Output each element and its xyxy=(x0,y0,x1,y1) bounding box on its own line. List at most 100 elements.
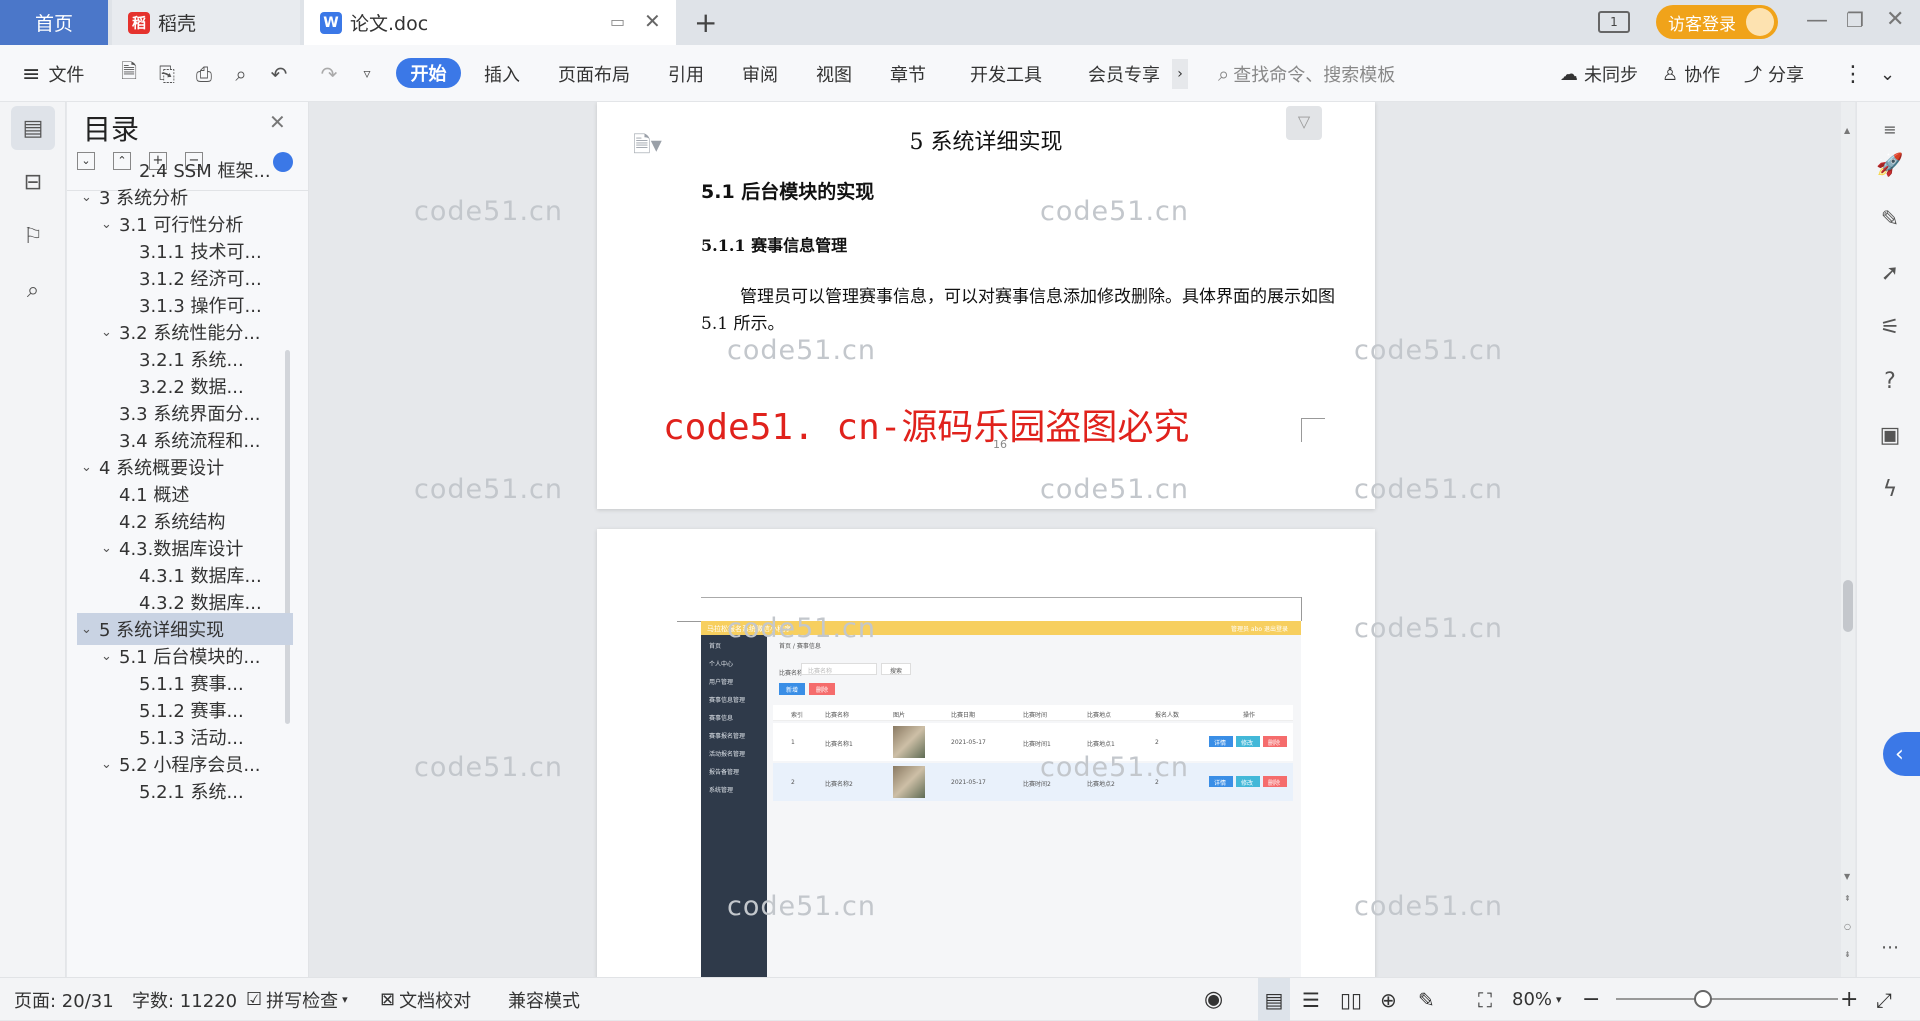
chevron-down-icon[interactable]: ⌄ xyxy=(81,460,99,475)
vertical-scrollbar[interactable]: ▲ ▼ ⇞ ○ ⇟ xyxy=(1841,102,1855,977)
filter-icon[interactable]: ▽ xyxy=(1286,106,1322,140)
bookmark-icon[interactable]: ⚐ xyxy=(11,214,55,258)
tab-insert[interactable]: 插入 xyxy=(484,57,520,91)
zoom-out-icon[interactable]: − xyxy=(1582,978,1600,1021)
visitor-login-button[interactable]: 访客登录 xyxy=(1656,5,1778,39)
mock-action-button: 修改 xyxy=(1236,736,1260,747)
minimize-icon[interactable]: — xyxy=(1806,8,1828,33)
scroll-up-icon[interactable]: ▲ xyxy=(1844,126,1850,135)
cursor-icon[interactable]: ➚ xyxy=(1875,258,1905,288)
zoom-level-label: 80% xyxy=(1512,989,1553,1010)
rocket-icon[interactable]: 🚀 xyxy=(1875,150,1905,180)
more-tabs-icon[interactable]: › xyxy=(1172,59,1188,89)
undo-icon[interactable]: ↶ xyxy=(266,61,292,87)
web-view-icon[interactable]: ⊕ xyxy=(1380,978,1397,1021)
tab-home[interactable]: 首页 xyxy=(0,0,108,45)
toc-close-icon[interactable]: ✕ xyxy=(269,110,286,134)
image-tool-icon[interactable]: ▣ xyxy=(1875,420,1905,450)
zoom-slider-handle[interactable] xyxy=(1694,990,1712,1008)
chevron-down-icon[interactable]: ⌄ xyxy=(101,541,119,556)
write-view-icon[interactable]: ✎ xyxy=(1418,978,1435,1021)
mock-table-cell: 1 xyxy=(791,739,795,746)
chevron-down-icon: ▾ xyxy=(1556,993,1562,1006)
help-icon[interactable]: ? xyxy=(1875,366,1905,396)
page-view-icon[interactable]: ▤ xyxy=(1258,978,1290,1021)
toc-item-label: 3.2.1 系统... xyxy=(139,350,244,371)
print-preview-icon[interactable]: ⌕ xyxy=(228,61,254,87)
select-browse-icon[interactable]: ○ xyxy=(1844,922,1851,931)
reading-view-icon[interactable]: ▯▯ xyxy=(1340,978,1362,1021)
chevron-down-icon[interactable]: ⌄ xyxy=(81,190,99,205)
word-count[interactable]: 字数: 11220 xyxy=(132,978,237,1021)
chevron-down-icon[interactable]: ⌄ xyxy=(81,622,99,637)
tab-daoke[interactable]: 稻 稻壳 xyxy=(112,0,300,45)
redo-icon[interactable]: ↷ xyxy=(316,61,342,87)
zoom-in-icon[interactable]: + xyxy=(1840,978,1858,1021)
tab-start[interactable]: 开始 xyxy=(396,58,461,88)
chevron-down-icon[interactable]: ⌄ xyxy=(101,757,119,772)
page-indicator[interactable]: 页面: 20/31 xyxy=(14,978,114,1021)
zoom-level[interactable]: 80% ▾ xyxy=(1512,978,1562,1021)
spell-check[interactable]: ☑ 拼写检查 ▾ xyxy=(246,978,348,1021)
prev-page-icon[interactable]: ⇞ xyxy=(1844,894,1851,903)
mock-table-cell: 比赛地点1 xyxy=(1087,741,1115,748)
tab-chapter[interactable]: 章节 xyxy=(890,57,926,91)
print-icon[interactable]: ⎙ xyxy=(191,61,217,87)
file-menu[interactable]: ≡ 文件 xyxy=(22,57,84,91)
tab-view[interactable]: 视图 xyxy=(816,57,852,91)
tab-review[interactable]: 审阅 xyxy=(742,57,778,91)
rail-menu-icon[interactable]: ≡ xyxy=(1875,114,1905,144)
daoke-logo-icon: 稻 xyxy=(128,11,150,34)
fullscreen-icon[interactable]: ⤢ xyxy=(1876,978,1892,1021)
quick-access-dropdown-icon[interactable]: ▿ xyxy=(354,61,380,87)
tab-vip[interactable]: 会员专享 xyxy=(1088,57,1160,91)
mock-menu-item: 首页 xyxy=(709,643,722,650)
command-search[interactable]: ⌕ 查找命令、搜索模板 xyxy=(1218,57,1395,91)
toc-item[interactable]: 5.2.1 系统... xyxy=(77,775,293,807)
save-icon[interactable]: 🗎 xyxy=(116,59,142,87)
more-options-icon[interactable]: ⋮ xyxy=(1842,57,1864,91)
window-count-icon[interactable]: 1 xyxy=(1598,11,1630,33)
adjust-icon[interactable]: ⚟ xyxy=(1875,312,1905,342)
find-icon[interactable]: ⌕ xyxy=(11,268,55,312)
close-window-icon[interactable]: ✕ xyxy=(1886,7,1904,32)
next-page-icon[interactable]: ⇟ xyxy=(1844,950,1851,959)
pin-tab-icon[interactable]: ▭ xyxy=(610,12,625,31)
sync-status[interactable]: ☁ 未同步 xyxy=(1560,57,1638,91)
export-icon[interactable]: ⎘ xyxy=(154,61,180,87)
navigation-icon[interactable]: ⊟ xyxy=(11,160,55,204)
chevron-down-icon[interactable]: ⌄ xyxy=(101,325,119,340)
tab-layout-label: 页面布局 xyxy=(558,65,630,86)
fit-page-icon[interactable]: ⛶ xyxy=(1478,978,1492,1021)
mock-menu-item: 活动报名管理 xyxy=(709,751,746,758)
toc-item-label: 3.3 系统界面分... xyxy=(119,404,261,425)
tab-devtools[interactable]: 开发工具 xyxy=(970,57,1042,91)
pen-icon[interactable]: ✎ xyxy=(1875,204,1905,234)
toc-panel-icon[interactable]: ▤ xyxy=(11,106,55,150)
more-rail-icon[interactable]: ⋯ xyxy=(1875,932,1905,962)
zoom-slider[interactable] xyxy=(1616,990,1838,1008)
outline-view-icon[interactable]: ☰ xyxy=(1302,978,1320,1021)
lightning-icon[interactable]: ϟ xyxy=(1875,474,1905,504)
mock-table-row: 1 比赛名称1 2021-05-17 比赛时间1 比赛地点1 2 详情 修改 删除 xyxy=(773,723,1293,761)
new-tab-icon[interactable]: + xyxy=(694,6,717,39)
collab-button[interactable]: ♙ 协作 xyxy=(1662,57,1720,91)
collapse-ribbon-icon[interactable]: ⌄ xyxy=(1880,57,1895,91)
tab-reference[interactable]: 引用 xyxy=(668,57,704,91)
eye-protection-icon[interactable]: ◉ xyxy=(1204,978,1223,1021)
tab-daoke-label: 稻壳 xyxy=(158,13,197,35)
scrollbar-thumb[interactable] xyxy=(1843,580,1853,632)
tab-document[interactable]: W 论文.doc ▭ ✕ xyxy=(304,0,676,45)
restore-icon[interactable]: ❐ xyxy=(1846,8,1864,32)
share-button[interactable]: ⤴ 分享 xyxy=(1744,57,1804,91)
scroll-down-icon[interactable]: ▼ xyxy=(1844,872,1850,881)
toc-item-label: 3.2 系统性能分... xyxy=(119,323,261,344)
tab-layout[interactable]: 页面布局 xyxy=(558,57,630,91)
expand-rail-button[interactable]: ‹ xyxy=(1883,732,1920,776)
doc-proofread[interactable]: ⊠ 文档校对 xyxy=(380,978,471,1021)
mock-table-cell: 比赛名称1 xyxy=(825,741,853,748)
chevron-down-icon[interactable]: ⌄ xyxy=(101,649,119,664)
close-tab-icon[interactable]: ✕ xyxy=(644,9,661,33)
body-paragraph-line-1: 管理员可以管理赛事信息，可以对赛事信息添加修改删除。具体界面的展示如图 xyxy=(740,287,1335,307)
chevron-down-icon[interactable]: ⌄ xyxy=(101,217,119,232)
